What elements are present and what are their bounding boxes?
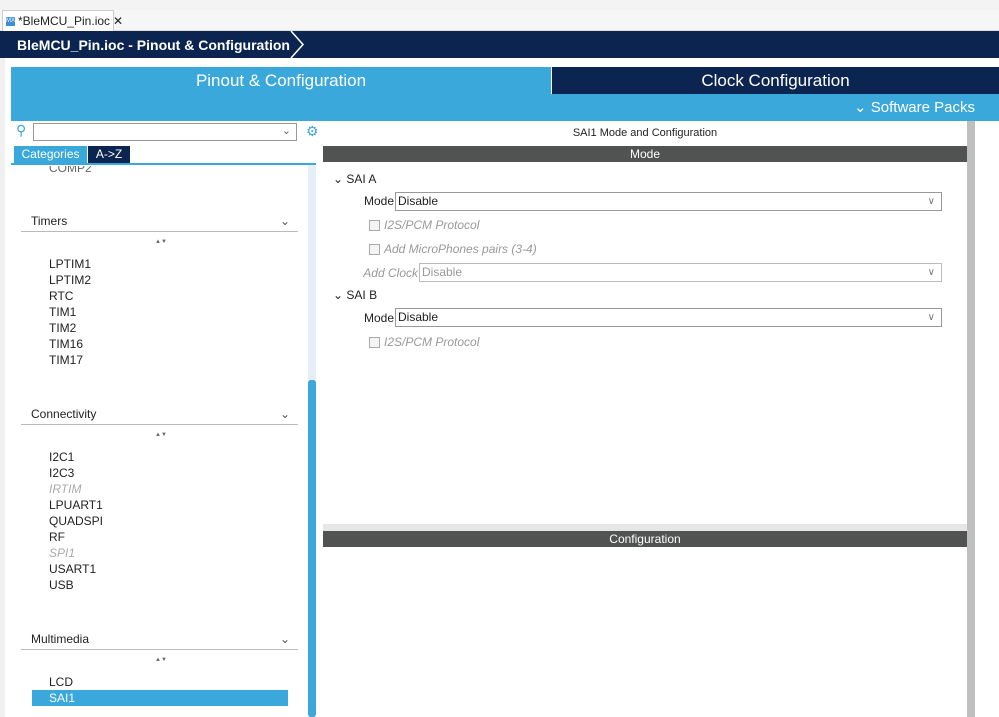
chevron-down-icon: ⌄ xyxy=(854,99,871,116)
list-item[interactable]: SPI1 xyxy=(49,545,75,561)
list-item[interactable]: RTC xyxy=(49,288,73,304)
file-tab[interactable]: MX *BleMCU_Pin.ioc ✕ xyxy=(2,10,123,31)
list-item[interactable]: I2C3 xyxy=(49,465,74,481)
chevron-down-icon: ∨ xyxy=(927,312,935,323)
chevron-down-icon[interactable]: ⌄ xyxy=(280,403,290,425)
tab-categories[interactable]: Categories xyxy=(14,146,87,163)
splitter[interactable] xyxy=(323,524,967,531)
sai-a-clock-select[interactable]: Disable ∨ xyxy=(419,263,942,282)
section-label: SAI B xyxy=(346,288,378,302)
list-item[interactable]: SAI1 xyxy=(32,690,288,706)
list-item[interactable]: TIM17 xyxy=(49,352,83,368)
select-value: Disable xyxy=(398,194,439,208)
list-item[interactable]: TIM2 xyxy=(49,320,76,336)
tab-a-z[interactable]: A->Z xyxy=(88,146,130,163)
list-item[interactable]: TIM16 xyxy=(49,336,83,352)
list-item[interactable]: USART1 xyxy=(49,561,96,577)
chevron-down-icon: ⌄ xyxy=(333,288,347,302)
chevron-down-icon: ∨ xyxy=(927,196,935,207)
section-label: SAI A xyxy=(346,172,377,186)
checkbox-label: Add MicroPhones pairs (3-4) xyxy=(384,242,537,256)
list-item[interactable]: LPTIM2 xyxy=(49,272,91,288)
select-value: Disable xyxy=(398,310,439,324)
list-item[interactable]: RF xyxy=(49,529,65,545)
list-item[interactable]: LCD xyxy=(49,674,73,690)
list-item[interactable]: LPTIM1 xyxy=(49,256,91,272)
search-icon[interactable]: ⚲ xyxy=(16,122,26,139)
category-group-header[interactable]: Timers ⌄ xyxy=(21,210,298,232)
sai-a-section[interactable]: ⌄ SAI A xyxy=(333,172,376,186)
chevron-down-icon: ∨ xyxy=(927,267,935,278)
toolbar xyxy=(0,0,999,10)
sai-a-mode-select[interactable]: Disable ∨ xyxy=(395,192,942,211)
checkbox-box[interactable] xyxy=(369,243,380,255)
add-clock-label: Add Clock xyxy=(363,266,418,280)
sort-icon[interactable]: ▲▼ xyxy=(155,657,167,663)
group-label: Connectivity xyxy=(31,407,97,421)
sai-b-mode-select[interactable]: Disable ∨ xyxy=(395,308,942,327)
group-label: Multimedia xyxy=(31,632,90,646)
category-group-header[interactable]: Multimedia ⌄ xyxy=(21,628,298,650)
sort-icon[interactable]: ▲▼ xyxy=(155,239,167,245)
category-group-header[interactable]: Connectivity ⌄ xyxy=(21,403,298,425)
sai-b-section[interactable]: ⌄ SAI B xyxy=(333,288,377,302)
search-input[interactable]: ⌄ xyxy=(33,123,297,141)
sai-b-i2s-checkbox[interactable]: I2S/PCM Protocol xyxy=(369,335,479,349)
select-value: Disable xyxy=(422,265,463,279)
mx-icon: MX xyxy=(6,16,15,26)
software-packs-row xyxy=(11,94,999,121)
sai-a-mics-checkbox[interactable]: Add MicroPhones pairs (3-4) xyxy=(369,242,537,256)
chevron-down-icon[interactable]: ⌄ xyxy=(280,210,290,232)
close-icon[interactable]: ✕ xyxy=(113,14,123,28)
tab-clock-configuration[interactable]: Clock Configuration xyxy=(552,67,999,94)
chevron-down-icon[interactable]: ⌄ xyxy=(280,628,290,650)
editor-tab-row xyxy=(0,10,999,31)
configuration-header: Configuration xyxy=(323,531,967,547)
sort-icon[interactable]: ▲▼ xyxy=(155,432,167,438)
mode-label: Mode xyxy=(363,194,394,208)
group-label: Timers xyxy=(31,214,68,228)
chevron-down-icon: ⌄ xyxy=(333,172,347,186)
scrollbar-thumb[interactable] xyxy=(308,380,316,717)
software-packs-label: Software Packs xyxy=(870,99,975,116)
software-packs-menu[interactable]: ⌄ Software Packs xyxy=(854,98,975,116)
side-collapse-bar[interactable] xyxy=(967,121,975,717)
tab-pinout-configuration[interactable]: Pinout & Configuration xyxy=(11,67,551,94)
list-item[interactable]: USB xyxy=(49,577,74,593)
tab-underline xyxy=(11,163,316,165)
chevron-down-icon[interactable]: ⌄ xyxy=(282,124,291,137)
page-title: BleMCU_Pin.ioc - Pinout & Configuration xyxy=(17,37,290,53)
sai-a-i2s-checkbox[interactable]: I2S/PCM Protocol xyxy=(369,218,479,232)
list-item[interactable]: TIM1 xyxy=(49,304,76,320)
checkbox-label: I2S/PCM Protocol xyxy=(384,335,480,349)
list-item[interactable]: I2C1 xyxy=(49,449,74,465)
list-item[interactable]: QUADSPI xyxy=(49,513,103,529)
checkbox-label: I2S/PCM Protocol xyxy=(384,218,480,232)
checkbox-box[interactable] xyxy=(369,219,380,231)
checkbox-box[interactable] xyxy=(369,336,380,348)
list-item[interactable]: LPUART1 xyxy=(49,497,103,513)
file-tab-label: *BleMCU_Pin.ioc xyxy=(18,14,111,28)
mode-label: Mode xyxy=(363,311,394,325)
list-item[interactable]: IRTIM xyxy=(49,481,81,497)
panel-title: SAI1 Mode and Configuration xyxy=(572,127,718,139)
gear-icon[interactable]: ⚙ xyxy=(306,123,319,140)
breadcrumb-chevron-icon xyxy=(290,31,305,58)
mode-header: Mode xyxy=(323,146,967,162)
